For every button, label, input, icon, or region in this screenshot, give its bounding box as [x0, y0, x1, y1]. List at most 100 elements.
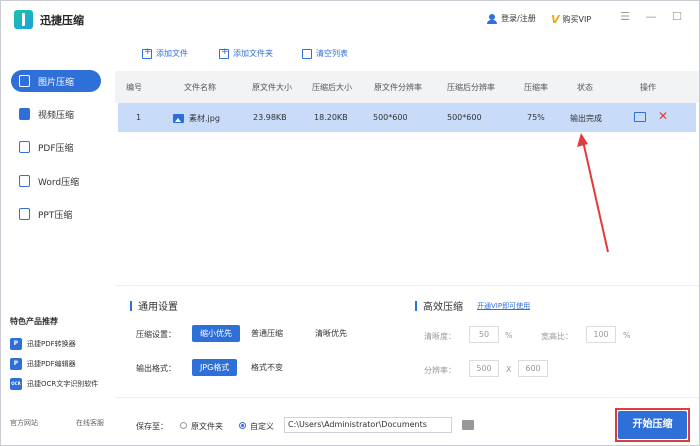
cell-orig-size: 23.98KB: [253, 113, 287, 122]
ppt-icon: [19, 208, 30, 220]
output-option-jpg[interactable]: JPG格式: [192, 359, 238, 376]
col-new-size: 压缩后大小: [312, 83, 352, 92]
featured-ocr[interactable]: OCR 迅捷OCR文字识别软件: [10, 378, 98, 390]
vip-unlock-link[interactable]: 开通VIP即可使用: [477, 301, 530, 311]
image-icon: [19, 75, 30, 87]
app-logo-icon: [14, 10, 33, 29]
compress-option-clarity[interactable]: 清晰优先: [307, 325, 355, 342]
radio-original-folder[interactable]: [180, 422, 187, 429]
clear-list-label: 清空列表: [316, 49, 348, 58]
menu-icon[interactable]: ☰: [619, 10, 631, 23]
compress-option-normal[interactable]: 普通压缩: [243, 325, 291, 342]
title-bar: 迅捷压缩 登录/注册 V 购买VIP ☰ — ☐ ✕: [1, 1, 700, 37]
sidebar-item-label: 视频压缩: [38, 110, 75, 121]
user-icon: [487, 13, 497, 24]
add-folder-button[interactable]: 添加文件夹: [219, 47, 273, 59]
compress-setting-label: 压缩设置：: [136, 330, 176, 339]
sidebar-footer: 官方网站 在线客服: [10, 418, 104, 428]
section-bar: [415, 300, 417, 311]
output-option-keep[interactable]: 格式不变: [243, 359, 291, 376]
col-actions: 操作: [640, 83, 656, 92]
maximize-icon[interactable]: ☐: [671, 10, 683, 23]
add-file-label: 添加文件: [156, 49, 188, 58]
app-title: 迅捷压缩: [40, 14, 84, 27]
cell-index: 1: [136, 113, 142, 122]
file-name: 素材.jpg: [189, 114, 220, 123]
add-folder-label: 添加文件夹: [233, 49, 273, 58]
section-bar: [130, 300, 132, 311]
video-icon: [19, 108, 30, 120]
login-label: 登录/注册: [501, 14, 536, 23]
browse-folder-icon[interactable]: [462, 420, 474, 430]
table-row[interactable]: 1 素材.jpg 23.98KB 18.20KB 500*600 500*600…: [118, 103, 696, 132]
image-file-icon: [173, 114, 184, 123]
start-compress-button[interactable]: 开始压缩: [618, 411, 687, 439]
col-index: 编号: [126, 83, 142, 92]
sidebar-item-video[interactable]: 视频压缩: [11, 103, 101, 125]
add-folder-icon: [219, 47, 229, 59]
featured-label: 迅捷PDF编辑器: [27, 360, 76, 368]
delete-icon[interactable]: ✕: [658, 109, 668, 123]
sidebar-item-label: PPT压缩: [38, 210, 73, 221]
ocr-icon: OCR: [10, 378, 22, 390]
clarity-label: 清晰度：: [424, 332, 456, 341]
col-ratio: 压缩率: [524, 83, 548, 92]
col-new-res: 压缩后分辨率: [447, 83, 495, 92]
cell-name: 素材.jpg: [173, 113, 220, 124]
save-to-label: 保存至：: [136, 422, 168, 431]
open-folder-icon[interactable]: [634, 112, 646, 122]
vip-icon: V: [551, 13, 560, 26]
resolution-height-input[interactable]: 600: [518, 360, 548, 377]
vip-label: 购买VIP: [562, 15, 592, 24]
login-link[interactable]: 登录/注册: [487, 13, 536, 24]
resolution-label: 分辨率：: [424, 366, 456, 375]
arrow-head: [577, 133, 588, 147]
add-file-button[interactable]: 添加文件: [142, 47, 188, 59]
featured-pdf-converter[interactable]: P 迅捷PDF转换器: [10, 338, 76, 350]
clear-list-icon: [302, 48, 312, 59]
window-controls: ☰ — ☐ ✕: [619, 10, 700, 23]
save-path-input[interactable]: C:\Users\Administrator\Documents: [284, 417, 452, 433]
featured-label: 迅捷OCR文字识别软件: [27, 380, 99, 388]
bottom-bar: 保存至： 原文件夹 自定义 C:\Users\Administrator\Doc…: [115, 397, 699, 445]
buy-vip-link[interactable]: V 购买VIP: [551, 13, 591, 26]
sidebar: 图片压缩 视频压缩 PDF压缩 Word压缩 PPT压缩 特色产品推荐 P 迅捷…: [1, 37, 115, 445]
sidebar-item-pdf[interactable]: PDF压缩: [11, 136, 101, 158]
online-service-link[interactable]: 在线客服: [76, 418, 104, 428]
featured-label: 迅捷PDF转换器: [27, 340, 76, 348]
col-orig-size: 原文件大小: [252, 83, 292, 92]
general-settings-title: 通用设置: [130, 298, 178, 313]
toolbar: 添加文件 添加文件夹 清空列表: [115, 37, 699, 71]
aspect-input[interactable]: 100: [586, 326, 616, 343]
resolution-width-input[interactable]: 500: [469, 360, 499, 377]
radio-custom-folder[interactable]: [239, 422, 246, 429]
sidebar-item-label: 图片压缩: [38, 77, 75, 88]
efficient-compress-title: 高效压缩 开通VIP即可使用: [415, 298, 530, 313]
efficient-compress-label: 高效压缩: [423, 302, 463, 313]
featured-title: 特色产品推荐: [10, 317, 58, 326]
pdf-icon: [19, 141, 30, 153]
settings-panel: 通用设置 压缩设置： 缩小优先 普通压缩 清晰优先 输出格式： JPG格式 格式…: [115, 285, 699, 397]
resolution-x: X: [506, 365, 512, 374]
pdf-editor-icon: P: [10, 358, 22, 370]
clarity-input[interactable]: 50: [469, 326, 499, 343]
compress-option-smallest[interactable]: 缩小优先: [192, 325, 240, 342]
sidebar-item-word[interactable]: Word压缩: [11, 170, 101, 192]
cell-orig-res: 500*600: [373, 113, 408, 122]
official-site-link[interactable]: 官方网站: [10, 418, 38, 428]
col-orig-res: 原文件分辨率: [374, 83, 422, 92]
minimize-icon[interactable]: —: [645, 10, 657, 23]
main-panel: 添加文件 添加文件夹 清空列表 编号 文件名称 原文件大小 压缩后大小 原文件分…: [115, 37, 699, 445]
add-file-icon: [142, 47, 152, 59]
cell-status: 输出完成: [570, 114, 602, 123]
sidebar-item-label: PDF压缩: [38, 143, 74, 154]
arrow-line: [582, 140, 609, 253]
sidebar-item-ppt[interactable]: PPT压缩: [11, 203, 101, 225]
clear-list-button[interactable]: 清空列表: [302, 48, 348, 59]
aspect-unit: %: [623, 331, 631, 340]
featured-pdf-editor[interactable]: P 迅捷PDF编辑器: [10, 358, 76, 370]
custom-folder-label: 自定义: [250, 422, 274, 431]
cell-new-res: 500*600: [447, 113, 482, 122]
sidebar-item-image[interactable]: 图片压缩: [11, 70, 101, 92]
output-format-label: 输出格式：: [136, 364, 176, 373]
